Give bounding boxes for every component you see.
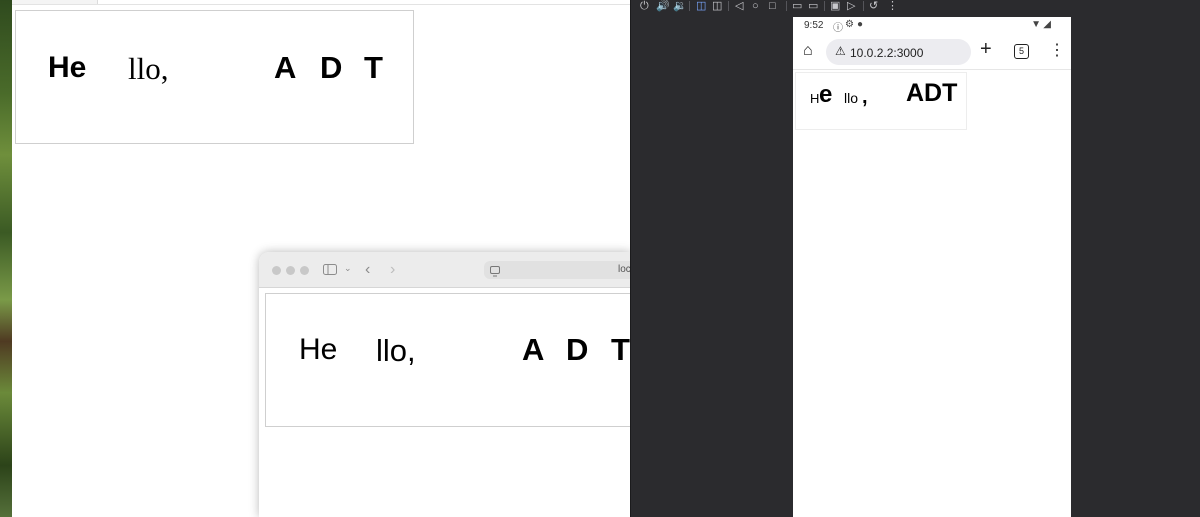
sidebar-toggle-icon[interactable] bbox=[323, 264, 337, 277]
safari-address-bar[interactable]: loc bbox=[484, 261, 631, 279]
phone-screen: 9:52 ⓘ ⚙ ● ▼ ◢ ⌂ ⚠ 10.0.2.2:3000 + 5 ⋮ H… bbox=[793, 17, 1071, 517]
text-t: T bbox=[611, 332, 630, 367]
volume-down-icon[interactable]: 🔉 bbox=[673, 0, 687, 12]
warning-icon: ⚠ bbox=[835, 44, 846, 58]
text-llo: llo, bbox=[376, 333, 416, 368]
status-time: 9:52 bbox=[804, 20, 824, 31]
text-adt: ADT bbox=[906, 79, 958, 107]
text-a: A bbox=[522, 332, 545, 367]
safari-toolbar: ⌄ ‹ › loc bbox=[259, 252, 631, 288]
mobile-address-bar[interactable]: ⚠ 10.0.2.2:3000 bbox=[826, 39, 971, 65]
demo-text-box-safari: He llo, A D T bbox=[265, 293, 631, 427]
undo-icon[interactable]: ↺ bbox=[869, 0, 878, 12]
back-icon[interactable]: ◁ bbox=[735, 0, 743, 12]
home-icon[interactable]: ○ bbox=[752, 0, 759, 12]
tab-switcher-button[interactable]: 5 bbox=[1014, 44, 1029, 59]
safari-address-text: loc bbox=[618, 264, 631, 275]
toolbar-separator bbox=[824, 1, 825, 11]
status-mic-icon: ● bbox=[857, 19, 864, 30]
browser-top-edge bbox=[12, 0, 632, 5]
volume-up-icon[interactable]: 🔊 bbox=[656, 0, 670, 12]
camera-icon[interactable]: ▣ bbox=[830, 0, 840, 12]
toolbar-separator bbox=[863, 1, 864, 11]
text-comma: , bbox=[862, 86, 868, 108]
signal-icon: ◢ bbox=[1043, 19, 1051, 30]
android-emulator-window: ⏻ 🔊 🔉 ◫ ◫ ◁ ○ □ ▭ ▭ ▣ ▷ ↺ ⋮ 9:52 ⓘ ⚙ ● ▼… bbox=[630, 0, 1200, 517]
text-t: T bbox=[364, 50, 383, 85]
close-dot-icon[interactable] bbox=[272, 266, 281, 275]
mobile-url-text: 10.0.2.2:3000 bbox=[850, 46, 924, 60]
text-he: He bbox=[48, 51, 87, 84]
zoom-dot-icon[interactable] bbox=[300, 266, 309, 275]
text-llo-small: llo bbox=[844, 90, 859, 106]
more-icon[interactable]: ⋮ bbox=[887, 0, 898, 12]
text-he: He bbox=[299, 333, 338, 366]
back-arrow-icon[interactable]: ‹ bbox=[365, 262, 370, 278]
safari-window: ⌄ ‹ › loc He llo, A D T bbox=[259, 252, 631, 517]
toolbar-separator bbox=[728, 1, 729, 11]
status-info-icon: ⓘ bbox=[833, 23, 843, 34]
text-d: D bbox=[566, 332, 589, 367]
fold-icon[interactable]: ▭ bbox=[792, 0, 802, 12]
browser-tab-edge[interactable] bbox=[12, 0, 98, 4]
chevron-down-icon[interactable]: ⌄ bbox=[344, 264, 352, 273]
rotate-right-icon[interactable]: ◫ bbox=[712, 0, 722, 12]
demo-text-box-desktop: He llo, A D T bbox=[15, 10, 414, 144]
text-llo: llo, bbox=[128, 51, 169, 86]
text-d: D bbox=[320, 50, 343, 85]
android-status-bar: 9:52 ⓘ ⚙ ● ▼ ◢ bbox=[793, 17, 1071, 35]
text-a: A bbox=[274, 50, 297, 85]
rotate-left-icon[interactable]: ◫ bbox=[696, 0, 706, 12]
power-icon[interactable]: ⏻ bbox=[640, 0, 649, 12]
text-e-large: e bbox=[819, 81, 833, 108]
minimize-dot-icon[interactable] bbox=[286, 266, 295, 275]
toolbar-separator bbox=[786, 1, 787, 11]
fold-alt-icon[interactable]: ▭ bbox=[808, 0, 818, 12]
page-icon bbox=[490, 264, 500, 282]
new-tab-icon[interactable]: + bbox=[980, 39, 992, 59]
menu-kebab-icon[interactable]: ⋮ bbox=[1049, 43, 1065, 59]
wifi-icon: ▼ bbox=[1031, 19, 1041, 30]
chrome-mobile-toolbar: ⌂ ⚠ 10.0.2.2:3000 + 5 ⋮ bbox=[793, 36, 1071, 70]
desktop-wallpaper bbox=[0, 0, 12, 517]
toolbar-separator bbox=[689, 1, 690, 11]
record-icon[interactable]: ▷ bbox=[847, 0, 855, 12]
text-h-small: H bbox=[810, 91, 820, 106]
browser-home-icon[interactable]: ⌂ bbox=[803, 43, 813, 59]
demo-text-box-mobile: H e llo , ADT bbox=[795, 72, 967, 130]
overview-icon[interactable]: □ bbox=[769, 0, 776, 12]
forward-arrow-icon[interactable]: › bbox=[390, 262, 395, 278]
status-settings-icon: ⚙ bbox=[845, 19, 854, 30]
